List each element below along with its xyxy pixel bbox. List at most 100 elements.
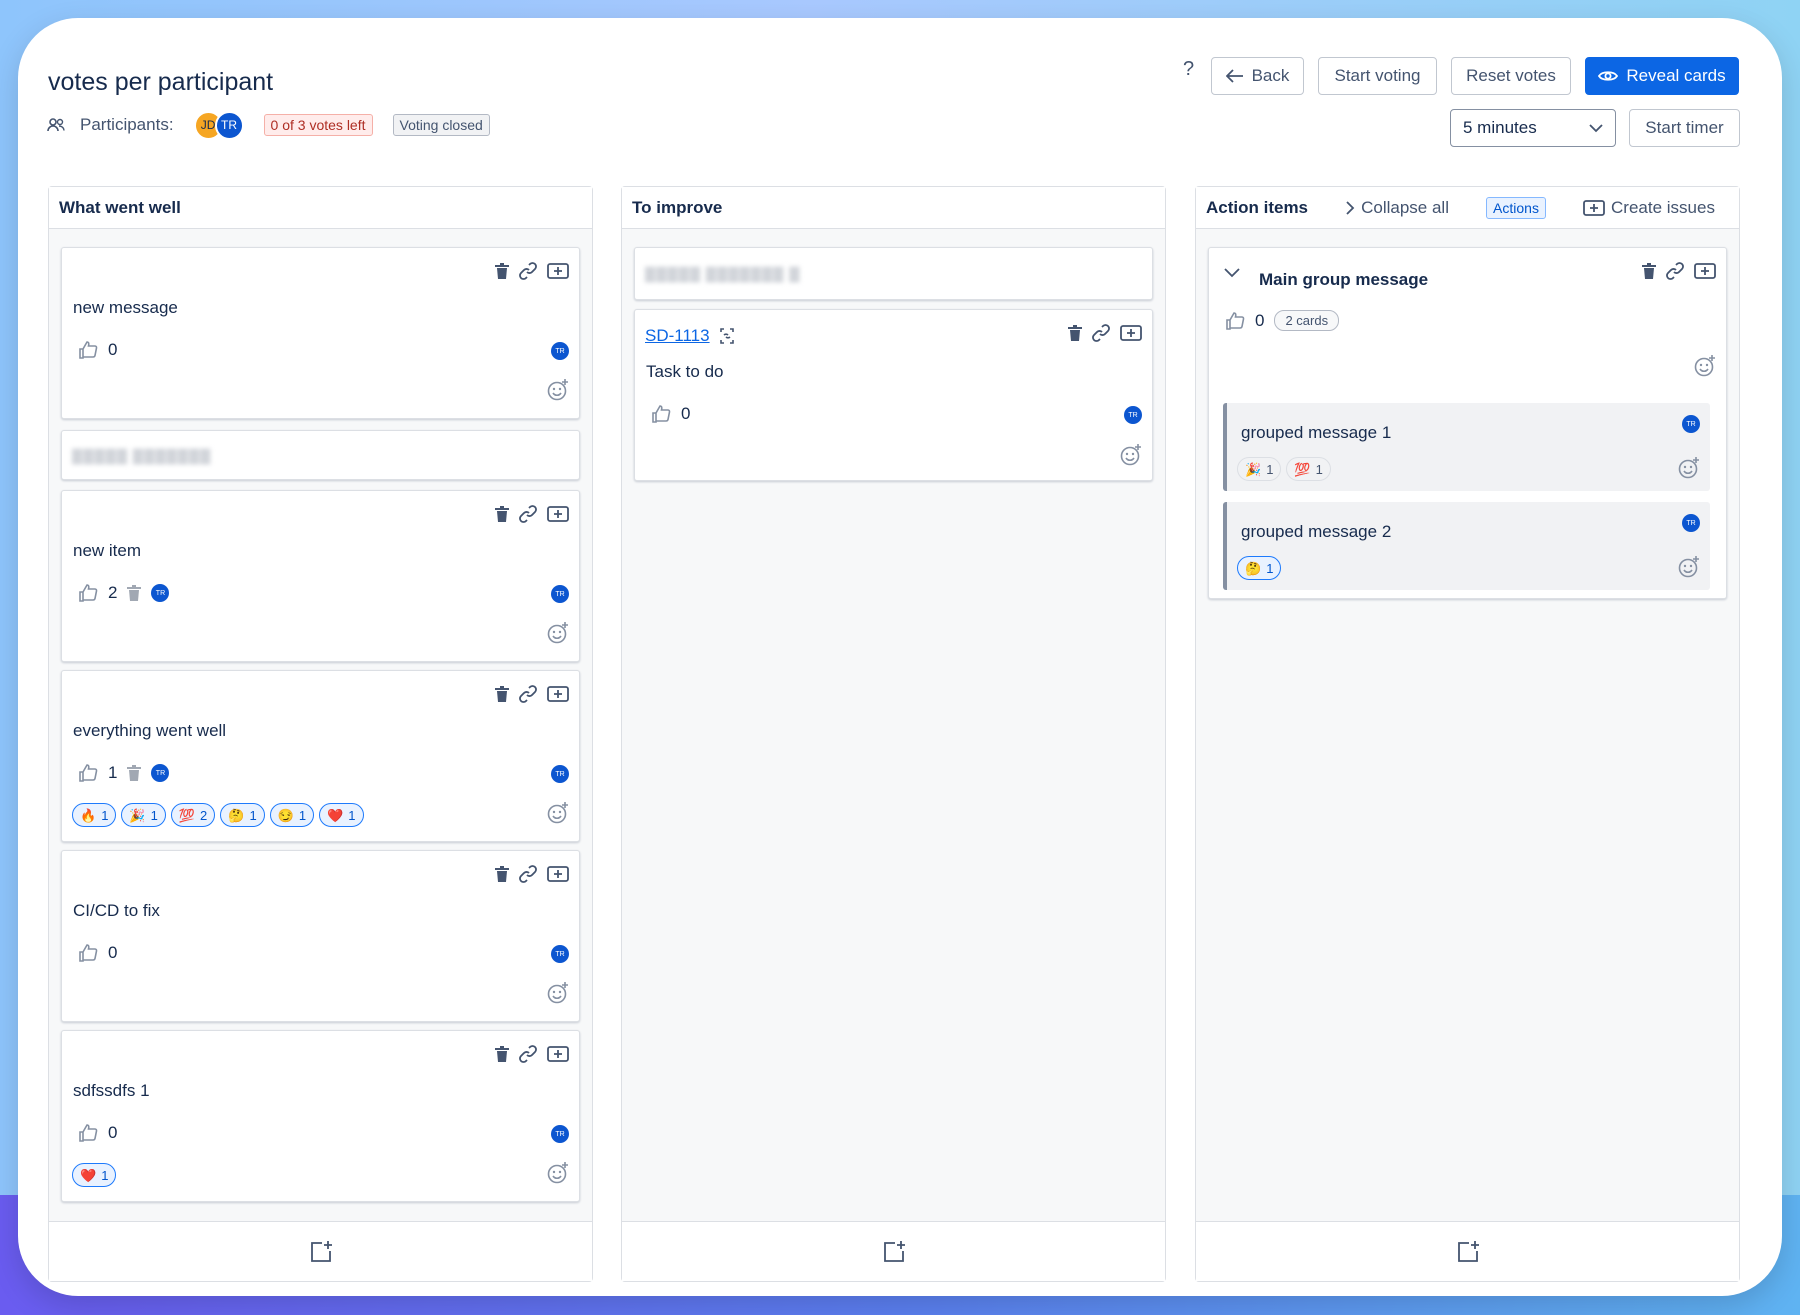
reveal-cards-label: Reveal cards — [1626, 66, 1726, 85]
retro-card[interactable]: new item 2 TR TR — [61, 490, 580, 662]
remove-vote-icon[interactable] — [127, 765, 142, 781]
create-issue-icon[interactable] — [547, 263, 569, 279]
grouped-card[interactable]: grouped message 2 TR 🤔 1 — [1223, 502, 1710, 590]
retro-card[interactable]: SD-1113 Task to do 0 TR — [634, 309, 1153, 481]
back-button[interactable]: Back — [1211, 57, 1304, 95]
reset-votes-button[interactable]: Reset votes — [1451, 57, 1571, 95]
reveal-cards-button[interactable]: Reveal cards — [1585, 57, 1739, 95]
retro-card-hidden[interactable]: ▓▓▓▓▓ ▓▓▓▓▓▓▓ ▓ — [634, 247, 1153, 300]
create-issue-icon[interactable] — [547, 686, 569, 702]
add-reaction-icon[interactable] — [1120, 444, 1142, 466]
chevron-down-icon[interactable] — [1224, 268, 1240, 278]
thumbs-up-icon[interactable] — [78, 340, 98, 360]
link-icon[interactable] — [1092, 324, 1110, 342]
vote-control[interactable]: 0 — [78, 1123, 117, 1143]
add-reaction-icon[interactable] — [547, 622, 569, 644]
vote-control[interactable]: 1 TR — [78, 763, 170, 783]
author-avatar: TR — [551, 342, 569, 360]
add-reaction-icon[interactable] — [547, 802, 569, 824]
remove-vote-icon[interactable] — [127, 585, 142, 601]
add-reaction-icon[interactable] — [1694, 355, 1716, 377]
column-header: Action items Collapse all Actions Create… — [1196, 187, 1739, 229]
create-issue-icon[interactable] — [547, 866, 569, 882]
unlink-icon[interactable] — [718, 327, 736, 345]
trash-icon[interactable] — [495, 686, 509, 702]
retro-card[interactable]: everything went well 1 TR TR 🔥 1 🎉 1 💯 2 🤔 1… — [61, 670, 580, 842]
create-issues-label: Create issues — [1611, 197, 1715, 217]
card-text: new message — [73, 298, 178, 317]
add-reaction-icon[interactable] — [1678, 556, 1700, 578]
vote-count: 0 — [108, 340, 118, 359]
issue-key[interactable]: SD-1113 — [645, 326, 710, 346]
link-icon[interactable] — [519, 865, 537, 883]
help-button[interactable]: ? — [1183, 58, 1194, 81]
add-card-icon[interactable] — [1456, 1240, 1480, 1264]
timer-value: 5 minutes — [1463, 118, 1537, 137]
vote-control[interactable]: 0 — [651, 404, 690, 424]
reaction-pill[interactable]: 😏 1 — [269, 803, 315, 827]
retro-card-hidden[interactable]: ▓▓▓▓▓ ▓▓▓▓▓▓▓ — [61, 430, 580, 480]
reaction-pill[interactable]: 🎉 1 — [121, 803, 166, 827]
trash-icon[interactable] — [1068, 325, 1082, 341]
vote-control[interactable]: 0 2 cards — [1225, 310, 1340, 331]
trash-icon[interactable] — [495, 866, 509, 882]
thumbs-up-icon[interactable] — [78, 943, 98, 963]
create-issues-button[interactable]: Create issues — [1583, 198, 1715, 218]
collapse-all-button[interactable]: Collapse all — [1345, 198, 1449, 218]
create-issue-icon[interactable] — [547, 506, 569, 522]
start-timer-button[interactable]: Start timer — [1629, 109, 1740, 147]
reaction-pill[interactable]: 💯 2 — [170, 803, 216, 827]
reaction-pill[interactable]: 🎉 1 — [1237, 457, 1282, 481]
link-icon[interactable] — [519, 1045, 537, 1063]
reaction-pill[interactable]: 💯 1 — [1286, 457, 1331, 481]
card-text: everything went well — [73, 721, 227, 740]
reaction-pill[interactable]: 🤔 1 — [220, 803, 265, 827]
trash-icon[interactable] — [495, 1046, 509, 1062]
link-icon[interactable] — [519, 685, 537, 703]
start-voting-button[interactable]: Start voting — [1318, 57, 1437, 95]
issue-link[interactable]: SD-1113 — [645, 326, 736, 346]
link-icon[interactable] — [519, 262, 537, 280]
reaction-list: 🤔 1 — [1237, 556, 1282, 580]
actions-chip[interactable]: Actions — [1486, 196, 1546, 219]
add-reaction-icon[interactable] — [547, 982, 569, 1004]
reaction-pill[interactable]: ❤️ 1 — [72, 1163, 117, 1187]
timer-select[interactable]: 5 minutes — [1450, 109, 1616, 147]
create-issue-icon[interactable] — [1694, 263, 1716, 279]
card-group[interactable]: Main group message 0 2 cards grouped mes… — [1208, 247, 1727, 599]
add-reaction-icon[interactable] — [547, 1162, 569, 1184]
vote-control[interactable]: 0 — [78, 943, 117, 963]
reaction-list: 🔥 1 🎉 1 💯 2 🤔 1 😏 1 ❤️ 1 — [72, 803, 364, 827]
card-toolbar — [495, 865, 569, 883]
trash-icon[interactable] — [495, 263, 509, 279]
avatar-tr[interactable]: TR — [214, 110, 244, 140]
thumbs-up-icon[interactable] — [78, 583, 98, 603]
link-icon[interactable] — [519, 505, 537, 523]
arrow-left-icon — [1225, 69, 1243, 83]
add-reaction-icon[interactable] — [547, 379, 569, 401]
chevron-down-icon — [1589, 123, 1603, 132]
column-what-went-well: What went well new message 0 TR ▓▓▓▓▓ ▓▓… — [48, 186, 593, 1282]
thumbs-up-icon[interactable] — [651, 404, 671, 424]
grouped-card[interactable]: grouped message 1 TR 🎉 1 💯 1 — [1223, 403, 1710, 491]
author-avatar: TR — [551, 945, 569, 963]
retro-card[interactable]: new message 0 TR — [61, 247, 580, 419]
reaction-pill[interactable]: 🔥 1 — [72, 803, 117, 827]
reaction-pill[interactable]: 🤔 1 — [1237, 556, 1282, 580]
retro-card[interactable]: sdfssdfs 1 0 TR ❤️ 1 — [61, 1030, 580, 1202]
add-card-icon[interactable] — [309, 1240, 333, 1264]
create-issue-icon[interactable] — [1120, 325, 1142, 341]
retro-card[interactable]: CI/CD to fix 0 TR — [61, 850, 580, 1022]
link-icon[interactable] — [1666, 262, 1684, 280]
add-reaction-icon[interactable] — [1678, 457, 1700, 479]
thumbs-up-icon[interactable] — [1225, 311, 1245, 331]
vote-control[interactable]: 0 — [78, 340, 117, 360]
vote-control[interactable]: 2 TR — [78, 583, 170, 603]
thumbs-up-icon[interactable] — [78, 763, 98, 783]
trash-icon[interactable] — [495, 506, 509, 522]
trash-icon[interactable] — [1642, 263, 1656, 279]
create-issue-icon[interactable] — [547, 1046, 569, 1062]
thumbs-up-icon[interactable] — [78, 1123, 98, 1143]
reaction-pill[interactable]: ❤️ 1 — [319, 803, 364, 827]
add-card-icon[interactable] — [882, 1240, 906, 1264]
